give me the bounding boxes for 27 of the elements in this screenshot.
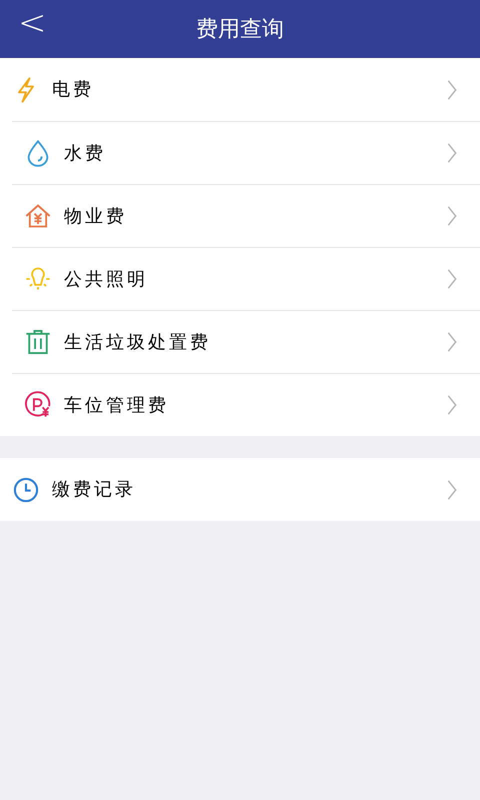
menu-item[interactable]: 物业费 [12, 184, 480, 247]
menu-item[interactable]: 水费 [12, 121, 480, 184]
chevron-icon [446, 478, 458, 500]
item-label: 缴费记录 [52, 478, 136, 502]
menu-item[interactable]: 生活垃圾处置费 [12, 310, 480, 373]
parking-yen-icon [24, 391, 52, 419]
chevron-icon [446, 394, 458, 416]
page-title: 费用查询 [196, 16, 284, 44]
chevron-icon [446, 205, 458, 227]
menu-item[interactable]: 缴费记录 [0, 458, 480, 521]
item-label: 公共照明 [64, 268, 148, 292]
item-label: 物业费 [64, 204, 127, 228]
chevron-icon [446, 268, 458, 290]
menu-item[interactable]: 车位管理费 [12, 373, 480, 436]
house-yen-icon [24, 202, 52, 230]
chevron-icon [446, 142, 458, 164]
back-button[interactable]: < [14, 6, 50, 40]
menu-item[interactable]: 公共照明 [12, 247, 480, 310]
menu-item[interactable]: 电费 [0, 58, 480, 121]
trash-can-icon [24, 328, 52, 356]
clock-icon [12, 476, 40, 504]
chevron-icon [446, 78, 458, 100]
item-label: 生活垃圾处置费 [64, 330, 211, 354]
item-label: 水费 [64, 142, 106, 166]
item-label: 电费 [52, 78, 94, 102]
chevron-icon [446, 331, 458, 353]
item-label: 车位管理费 [64, 394, 169, 418]
